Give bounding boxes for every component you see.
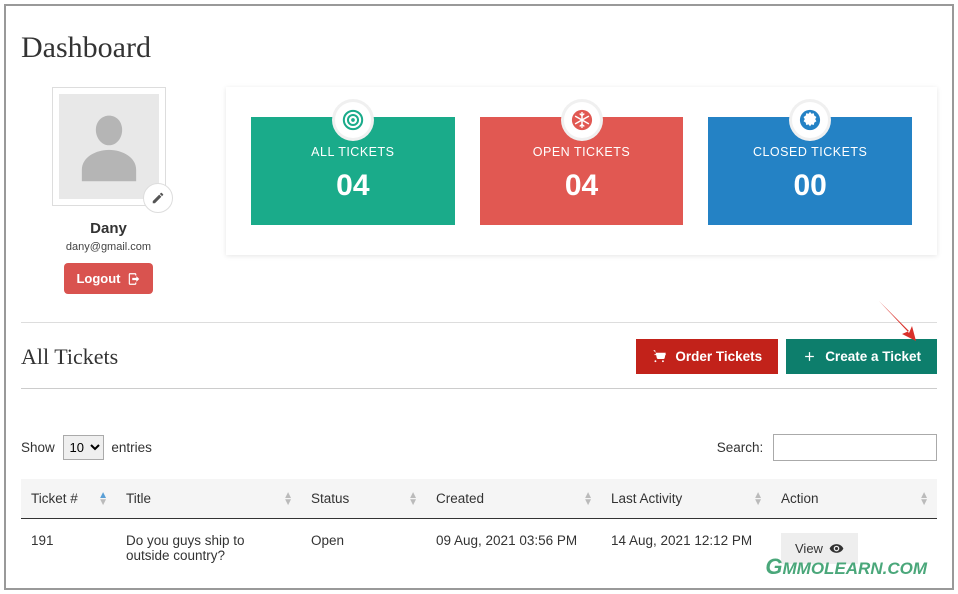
stat-open-tickets[interactable]: OPEN TICKETS 04 <box>480 117 684 225</box>
cell-last-activity: 14 Aug, 2021 12:12 PM <box>601 519 771 579</box>
view-button[interactable]: View <box>781 533 858 564</box>
avatar <box>52 87 166 206</box>
entries-select[interactable]: 10 <box>63 435 104 460</box>
col-last-activity[interactable]: Last Activity ▲▼ <box>601 479 771 519</box>
stat-open-label: OPEN TICKETS <box>490 145 674 159</box>
search-control: Search: <box>717 434 937 461</box>
cell-action: View <box>771 519 937 579</box>
user-avatar-icon <box>69 107 149 187</box>
target-icon <box>342 109 364 131</box>
tickets-table: Ticket # ▲▼ Title ▲▼ Status ▲▼ Created ▲… <box>21 479 937 578</box>
pencil-icon <box>151 191 165 205</box>
basket-icon <box>652 349 667 364</box>
show-label-suffix: entries <box>111 440 152 455</box>
section-title: All Tickets <box>21 344 118 370</box>
stat-closed-label: CLOSED TICKETS <box>718 145 902 159</box>
stat-all-tickets[interactable]: ALL TICKETS 04 <box>251 117 455 225</box>
cell-created: 09 Aug, 2021 03:56 PM <box>426 519 601 579</box>
stat-all-count: 04 <box>261 169 445 203</box>
stat-all-label: ALL TICKETS <box>261 145 445 159</box>
col-ticket-no[interactable]: Ticket # ▲▼ <box>21 479 116 519</box>
edit-avatar-button[interactable] <box>143 183 173 213</box>
profile-email: dany@gmail.com <box>21 241 196 253</box>
seal-icon <box>799 109 821 131</box>
stat-closed-count: 00 <box>718 169 902 203</box>
profile-name: Dany <box>21 220 196 237</box>
logout-icon <box>127 272 141 286</box>
col-status[interactable]: Status ▲▼ <box>301 479 426 519</box>
col-title[interactable]: Title ▲▼ <box>116 479 301 519</box>
search-label: Search: <box>717 440 764 455</box>
entries-control: Show 10 entries <box>21 435 152 460</box>
stat-closed-tickets[interactable]: CLOSED TICKETS 00 <box>708 117 912 225</box>
cell-title: Do you guys ship to outside country? <box>116 519 301 579</box>
eye-icon <box>829 541 844 556</box>
order-tickets-button[interactable]: Order Tickets <box>636 339 778 374</box>
view-label: View <box>795 541 823 556</box>
logout-label: Logout <box>76 271 120 286</box>
search-input[interactable] <box>773 434 937 461</box>
stats-panel: ALL TICKETS 04 OPEN TICKETS 04 CLOSED TI… <box>226 87 937 255</box>
show-label-prefix: Show <box>21 440 55 455</box>
order-tickets-label: Order Tickets <box>675 349 762 364</box>
cell-ticket-no: 191 <box>21 519 116 579</box>
col-action[interactable]: Action ▲▼ <box>771 479 937 519</box>
table-row: 191 Do you guys ship to outside country?… <box>21 519 937 579</box>
logout-button[interactable]: Logout <box>64 263 152 294</box>
divider <box>21 322 937 323</box>
snowflake-icon <box>571 109 593 131</box>
profile-panel: Dany dany@gmail.com Logout <box>21 87 196 294</box>
col-created[interactable]: Created ▲▼ <box>426 479 601 519</box>
stat-open-count: 04 <box>490 169 674 203</box>
divider <box>21 388 937 389</box>
create-ticket-label: Create a Ticket <box>825 349 921 364</box>
page-title: Dashboard <box>21 31 937 65</box>
plus-icon <box>802 349 817 364</box>
create-ticket-button[interactable]: Create a Ticket <box>786 339 937 374</box>
cell-status: Open <box>301 519 426 579</box>
